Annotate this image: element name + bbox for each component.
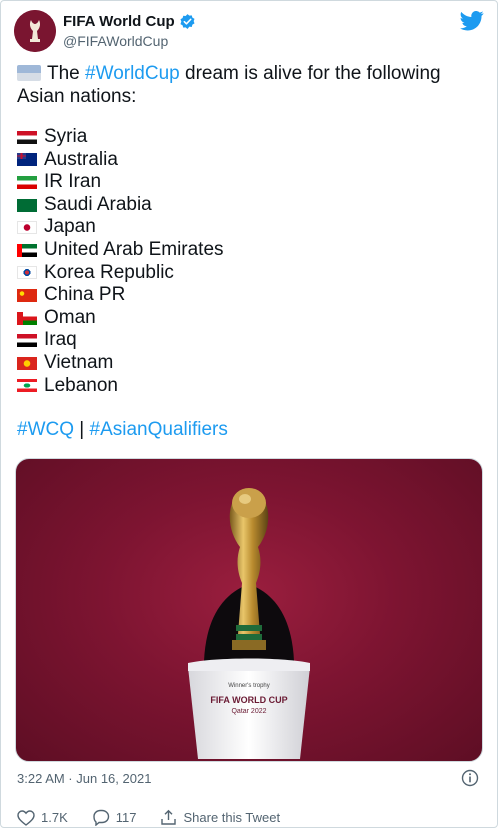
reply-button[interactable]: 117 [92,809,137,826]
list-item: China PR [17,284,487,307]
verified-badge-icon [179,13,196,30]
share-label: Share this Tweet [183,810,281,825]
list-item: Oman [17,307,487,330]
list-item: IR Iran [17,171,487,194]
asianqualifiers-hashtag-link[interactable]: #AsianQualifiers [90,419,228,440]
flag-icon [17,130,37,144]
country-list: Syria Australia IR Iran Saudi Arabia Jap… [17,126,487,397]
action-bar: 1.7K 117 Share this Tweet [17,809,304,826]
flag-icon [17,221,37,235]
trophy-plate-line3: Qatar 2022 [231,708,266,715]
fifa-logo-icon[interactable] [14,10,56,52]
heart-icon [17,809,35,826]
wcq-hashtag-link[interactable]: #WCQ [17,419,74,440]
like-button[interactable]: 1.7K [17,809,68,826]
tweet-text: The #WorldCup dream is alive for the fol… [17,63,487,442]
flag-icon [17,243,37,257]
list-item: United Arab Emirates [17,239,487,262]
list-item: Saudi Arabia [17,194,487,217]
account-name-row[interactable]: FIFA World Cup [63,13,196,30]
twitter-bird-icon[interactable] [460,10,484,36]
flag-icon [17,65,41,81]
list-item: Vietnam [17,352,487,375]
flag-icon [17,198,37,212]
tweet-card: FIFA World Cup @FIFAWorldCup The #WorldC… [0,0,498,828]
list-item: Korea Republic [17,262,487,285]
trophy-plate-line2: FIFA WORLD CUP [210,695,287,705]
list-item: Lebanon [17,375,487,398]
like-count: 1.7K [41,810,68,825]
flag-icon [17,175,37,189]
flag-icon [17,356,37,370]
reply-icon [92,809,110,826]
trophy-photo[interactable]: Winner's trophy FIFA WORLD CUP Qatar 202… [15,458,483,762]
tweet-intro: The #WorldCup dream is alive for the fol… [17,63,441,107]
reply-count: 117 [115,810,137,825]
hashtag-line: #WCQ | #AsianQualifiers [17,419,228,441]
trophy-plate-line1: Winner's trophy [228,683,270,689]
list-item: Japan [17,216,487,239]
worldcup-hashtag-link[interactable]: #WorldCup [85,63,180,84]
share-icon [160,809,177,826]
account-name[interactable]: FIFA World Cup [63,13,175,30]
list-item: Syria [17,126,487,149]
account-handle[interactable]: @FIFAWorldCup [63,33,168,49]
flag-icon [17,266,37,280]
list-item: Australia [17,149,487,172]
flag-icon [17,153,37,167]
info-icon[interactable] [461,769,479,792]
flag-icon [17,311,37,325]
flag-icon [17,334,37,348]
flag-icon [17,379,37,393]
share-button[interactable]: Share this Tweet [160,809,280,826]
list-item: Iraq [17,329,487,352]
tweet-timestamp[interactable]: 3:22 AM · Jun 16, 2021 [17,771,151,786]
flag-icon [17,288,37,302]
